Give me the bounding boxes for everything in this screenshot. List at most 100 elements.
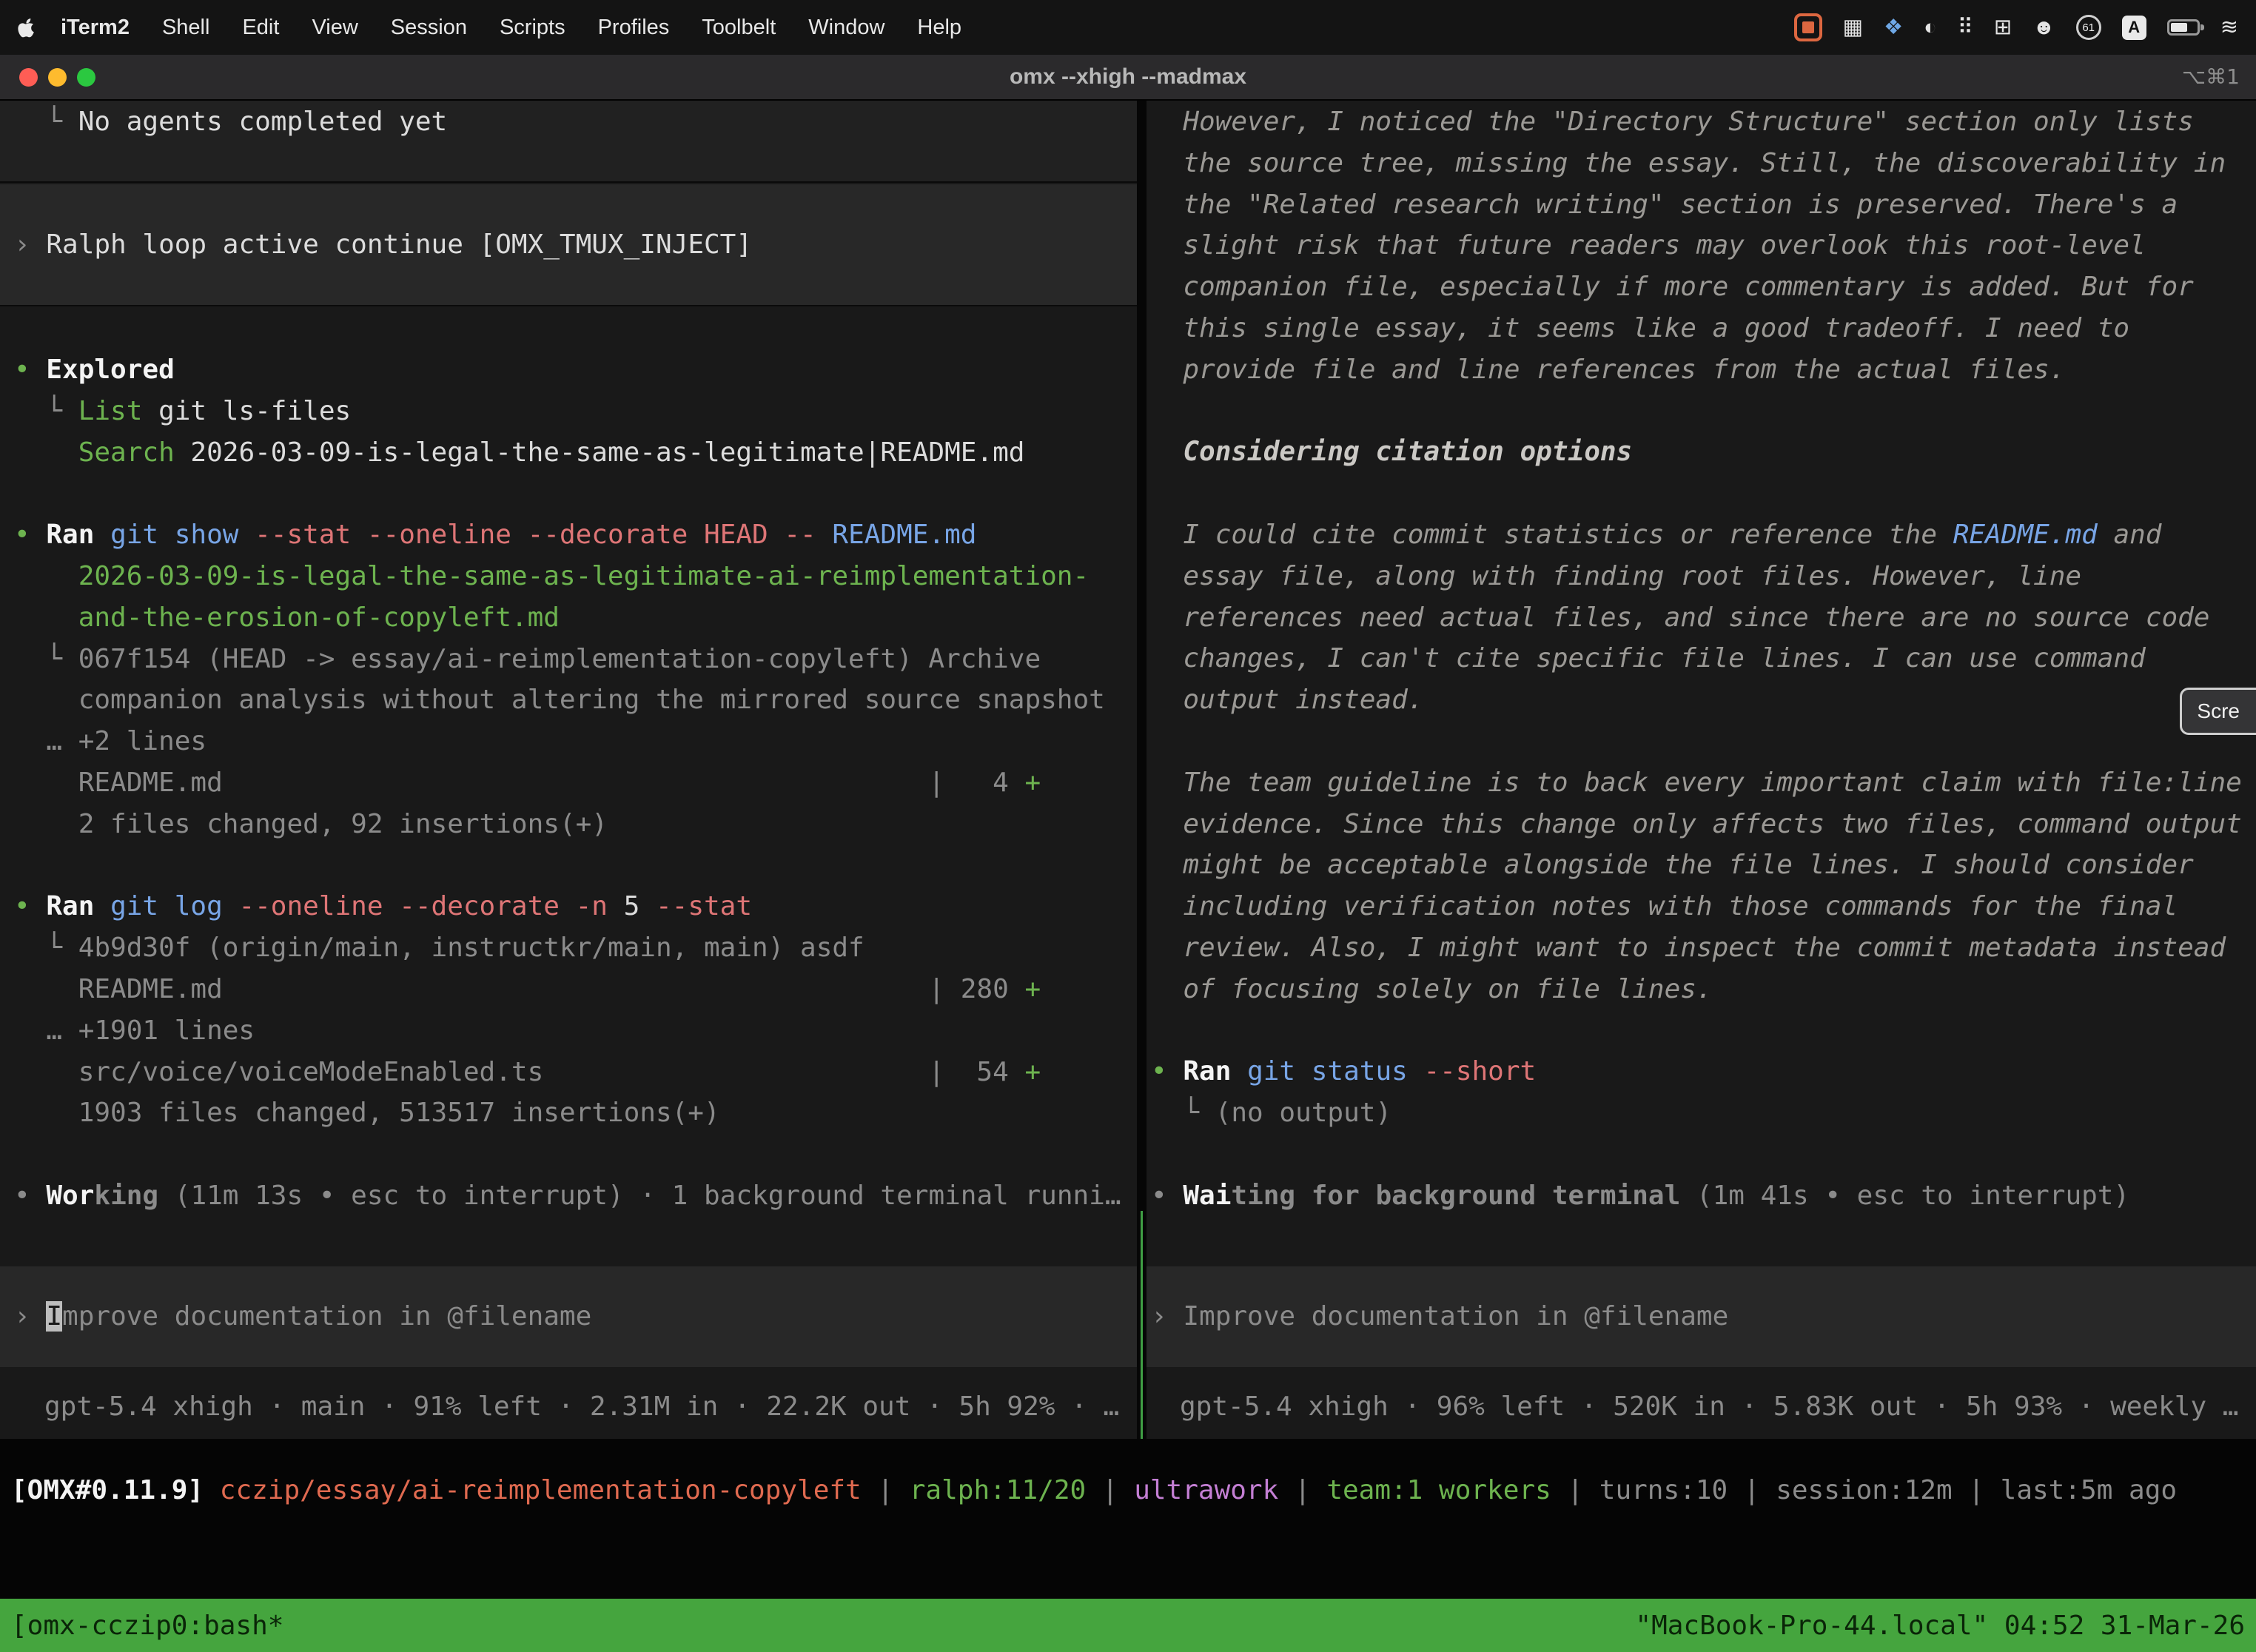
menu-items: iTerm2 Shell Edit View Session Scripts Profile… [61,16,961,40]
traffic-lights [19,68,95,87]
terminal-line [14,473,1137,514]
terminal-line [14,845,1137,887]
explored-header: • Explored [14,349,1137,391]
menu-item-scripts[interactable]: Scripts [500,16,565,40]
terminal-line: I could cite commit statistics or refere… [1151,514,2256,556]
menu-item-profiles[interactable]: Profiles [598,16,670,40]
terminal: └ No agents completed yet › Ralph loop a… [0,101,2256,1652]
terminal-line: … +2 lines [14,721,1137,762]
menu-item-shell[interactable]: Shell [162,16,210,40]
zoom-button[interactable] [77,68,95,87]
terminal-line: README.md | 4 + [14,762,1137,804]
apple-menu-icon[interactable] [18,17,36,38]
terminal-line: output instead. [1151,679,2256,721]
pane-divider-active-segment [1141,1211,1143,1439]
menu-item-help[interactable]: Help [917,16,961,40]
waiting-status-line: • Waiting for background terminal (1m 41… [1151,1175,2256,1217]
blue-app-icon[interactable]: ❖ [1884,15,1903,40]
window-title: omx --xhigh --madmax [1010,55,1246,99]
terminal-line: 2 files changed, 92 insertions(+) [14,804,1137,845]
terminal-line: including verification notes with those … [1151,886,2256,927]
terminal-line: └ (no output) [1151,1092,2256,1134]
terminal-line: this single essay, it seems like a good … [1151,308,2256,349]
terminal-line [1151,1134,2256,1175]
left-pane[interactable]: └ No agents completed yet › Ralph loop a… [0,101,1137,1439]
terminal-line: provide file and line references from th… [1151,349,2256,391]
user-icon[interactable]: ☻ [2032,15,2055,40]
menu-item-session[interactable]: Session [391,16,467,40]
terminal-line [14,1134,1137,1175]
terminal-line: changes, I can't cite specific file line… [1151,638,2256,679]
window-title-bar[interactable]: omx --xhigh --madmax ⌥⌘1 [0,55,2256,101]
reasoning-heading: Considering citation options [1151,432,2256,473]
menu-item-edit[interactable]: Edit [242,16,279,40]
omx-status-bar: [OMX#0.11.9] cczip/essay/ai-reimplementa… [0,1470,2256,1511]
terminal-line: 2026-03-09-is-legal-the-same-as-legitima… [14,556,1137,597]
tmux-status-bar: [omx-cczip0:bash* "MacBook-Pro-44.local"… [0,1599,2256,1652]
terminal-line: 1903 files changed, 513517 insertions(+) [14,1092,1137,1134]
screen-sharing-overlay: Scre [2180,688,2256,735]
wifi-icon[interactable]: ≋ [2220,15,2238,40]
terminal-line: └ List git ls-files [14,391,1137,432]
window-shortcut-badge: ⌥⌘1 [2182,55,2240,99]
ralph-loop-status: › Ralph loop active continue [OMX_TMUX_I… [14,224,1137,266]
omx-session-status: [OMX#0.11.9] cczip/essay/ai-reimplementa… [11,1470,2256,1511]
terminal-line: README.md | 280 + [14,969,1137,1010]
agents-status-line: └ No agents completed yet [14,101,1137,143]
input-source-icon[interactable]: A [2122,16,2146,40]
terminal-line: the source tree, missing the essay. Stil… [1151,143,2256,184]
battery-percent-icon[interactable]: 61 [2076,15,2101,40]
right-pane[interactable]: However, I noticed the "Directory Struct… [1147,101,2256,1439]
terminal-line: The team guideline is to back every impo… [1151,762,2256,804]
terminal-line: └ 067f154 (HEAD -> essay/ai-reimplementa… [14,639,1137,680]
terminal-line: the "Related research writing" section i… [1151,184,2256,226]
left-model-status-line: gpt-5.4 xhigh · main · 91% left · 2.31M … [0,1386,1137,1428]
dark-app-icon[interactable]: ◐ [1924,15,1937,40]
menu-item-view[interactable]: View [312,16,357,40]
pane-divider[interactable] [1137,101,1147,1439]
reasoning-text: However, I noticed the "Directory Struct… [1151,101,2256,143]
tmux-session-label: [omx-cczip0:bash* [11,1611,283,1641]
terminal-line: and-the-erosion-of-copyleft.md [14,597,1137,639]
close-button[interactable] [19,68,38,87]
app-grid-icon[interactable]: ⠿ [1958,15,1973,40]
ralph-loop-panel: › Ralph loop active continue [OMX_TMUX_I… [0,184,1137,306]
terminal-line [1151,1010,2256,1052]
right-input-panel[interactable]: › Improve documentation in @filename [1147,1266,2256,1367]
terminal-line: … +1901 lines [14,1010,1137,1052]
terminal-line: of focusing solely on file lines. [1151,969,2256,1010]
right-model-status-line: gpt-5.4 xhigh · 96% left · 520K in · 5.8… [1147,1386,2256,1428]
battery-icon[interactable] [2167,19,2200,36]
menu-item-toolbelt[interactable]: Toolbelt [702,16,776,40]
ran-git-log: • Ran git log --oneline --decorate -n 5 … [14,886,1137,927]
menu-item-window[interactable]: Window [808,16,884,40]
window-grid-icon[interactable]: ▦ [1843,15,1863,40]
left-agent-log: • Explored └ List git ls-files Search 20… [0,306,1137,1266]
working-status-line: • Working (11m 13s • esc to interrupt) ·… [14,1175,1137,1217]
terminal-line: Search 2026-03-09-is-legal-the-same-as-l… [14,432,1137,474]
terminal-line [1151,391,2256,432]
screen: iTerm2 Shell Edit View Session Scripts Profile… [0,0,2256,1652]
prompt-input-line[interactable]: › Improve documentation in @filename [1151,1296,2256,1337]
terminal-line: evidence. Since this change only affects… [1151,804,2256,845]
menu-status-icons: ▦ ❖ ◐ ⠿ ⊞ ☻ 61 A ≋ [1794,13,2238,41]
terminal-line: essay file, along with finding root file… [1151,556,2256,597]
terminal-line: companion analysis without altering the … [14,679,1137,721]
ran-git-show: • Ran git show --stat --oneline --decora… [14,514,1137,556]
agents-panel: └ No agents completed yet [0,101,1137,183]
menu-bar: iTerm2 Shell Edit View Session Scripts Profile… [0,0,2256,55]
menu-item-iterm2[interactable]: iTerm2 [61,16,130,40]
terminal-line: slight risk that future readers may over… [1151,225,2256,266]
left-input-panel[interactable]: › Improve documentation in @filename [0,1266,1137,1367]
terminal-line: companion file, especially if more comme… [1151,266,2256,308]
tmux-host-time-label: "MacBook-Pro-44.local" 04:52 31-Mar-26 [1635,1611,2245,1641]
right-agent-log: However, I noticed the "Directory Struct… [1147,101,2256,1217]
terminal-line: might be acceptable alongside the file l… [1151,845,2256,886]
terminal-line: review. Also, I might want to inspect th… [1151,927,2256,969]
terminal-line [1151,473,2256,514]
stack-icon[interactable]: ⊞ [1994,15,2012,40]
prompt-input-line[interactable]: › Improve documentation in @filename [14,1296,1137,1337]
terminal-line [1151,721,2256,762]
screen-recording-indicator-icon[interactable] [1794,13,1822,41]
minimize-button[interactable] [48,68,67,87]
